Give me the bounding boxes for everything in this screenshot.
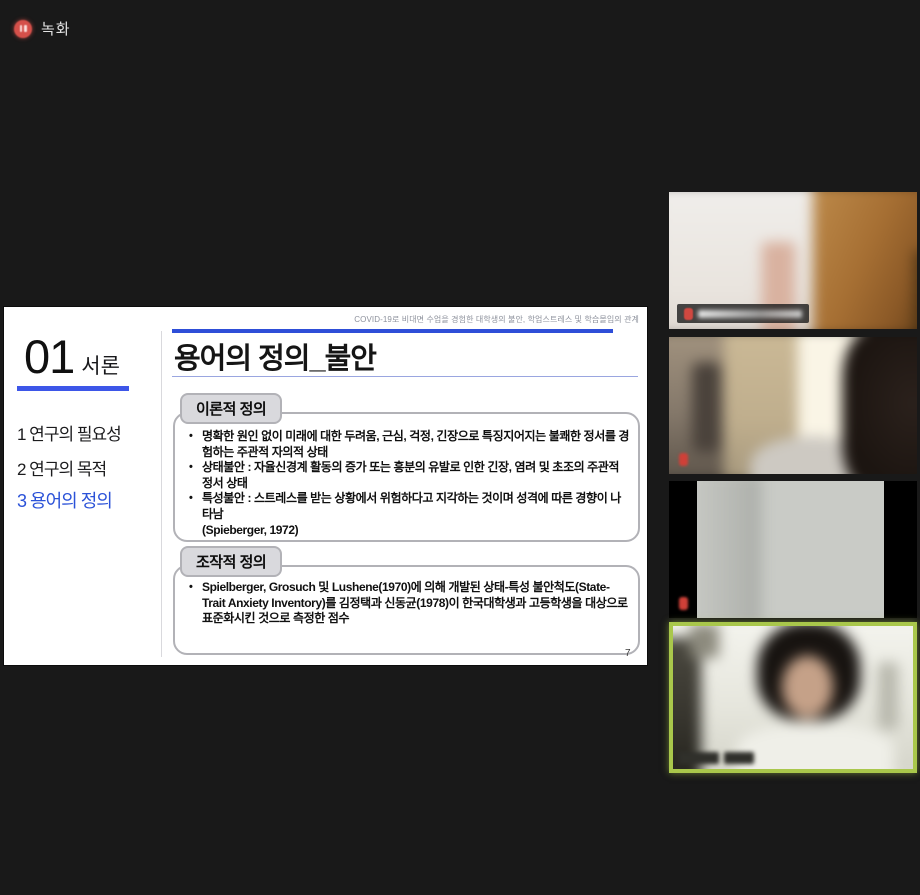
definition-box-theoretical: 명확한 원인 없이 미래에 대한 두려움, 근심, 걱정, 긴장으로 특징지어지…	[173, 412, 640, 542]
participant-2-video-feed	[669, 337, 917, 474]
title-bottom-rule	[172, 376, 638, 377]
sidebar-divider	[161, 331, 162, 657]
box-label-theoretical-definition: 이론적 정의	[180, 393, 282, 424]
bullet-item: Spielberger, Grosuch 및 Lushene(1970)에 의해…	[187, 580, 630, 627]
participant-video-2[interactable]	[669, 337, 917, 474]
title-top-rule	[172, 329, 613, 333]
recording-label: 녹화	[41, 18, 71, 39]
muted-mic-icon	[684, 308, 693, 320]
record-pause-icon[interactable]	[14, 20, 32, 38]
citation-text: (Spieberger, 1972)	[187, 523, 630, 539]
slide-title: 용어의 정의_불안	[174, 335, 376, 377]
slide-running-head: COVID-19로 비대면 수업을 경험한 대학생의 불안, 학업스트레스 및 …	[354, 314, 639, 325]
toc-item-purpose-of-study: 2 연구의 목적	[17, 455, 106, 480]
participant-video-3[interactable]	[669, 481, 917, 618]
participant-3-video-feed	[697, 481, 884, 618]
section-number: 01	[24, 333, 74, 380]
participant-video-4-active-speaker[interactable]	[669, 622, 917, 773]
box-label-operational-definition: 조작적 정의	[180, 546, 282, 577]
slide-page-number: 7	[625, 648, 631, 659]
section-underline	[17, 386, 129, 391]
participant-1-name-label	[677, 304, 809, 323]
bullet-item: 명확한 원인 없이 미래에 대한 두려움, 근심, 걱정, 긴장으로 특징지어지…	[187, 429, 630, 460]
section-title: 서론	[81, 350, 120, 380]
slide-section-heading: 01 서론	[24, 333, 120, 380]
definition-box-operational: Spielberger, Grosuch 및 Lushene(1970)에 의해…	[173, 565, 640, 655]
toc-item-need-of-study: 1 연구의 필요성	[17, 420, 121, 445]
bullet-item: 상태불안 : 자율신경계 활동의 증가 또는 흥분의 유발로 인한 긴장, 염려…	[187, 460, 630, 491]
theoretical-bullet-list: 명확한 원인 없이 미래에 대한 두려움, 근심, 걱정, 긴장으로 특징지어지…	[175, 414, 638, 538]
recording-indicator[interactable]: 녹화	[14, 18, 71, 39]
participant-video-1[interactable]	[669, 192, 917, 329]
muted-mic-icon	[679, 453, 688, 466]
participant-1-name-blurred	[698, 310, 802, 318]
toc-item-definition-of-terms: 3 용어의 정의	[17, 487, 112, 513]
participant-4-video-feed	[669, 622, 917, 773]
participant-4-name-blurred	[679, 752, 754, 764]
bullet-item: 특성불안 : 스트레스를 받는 상황에서 위험하다고 지각하는 것이며 성격에 …	[187, 491, 630, 522]
shared-screen-slide: COVID-19로 비대면 수업을 경험한 대학생의 불안, 학업스트레스 및 …	[4, 307, 647, 665]
muted-mic-icon	[679, 597, 688, 610]
